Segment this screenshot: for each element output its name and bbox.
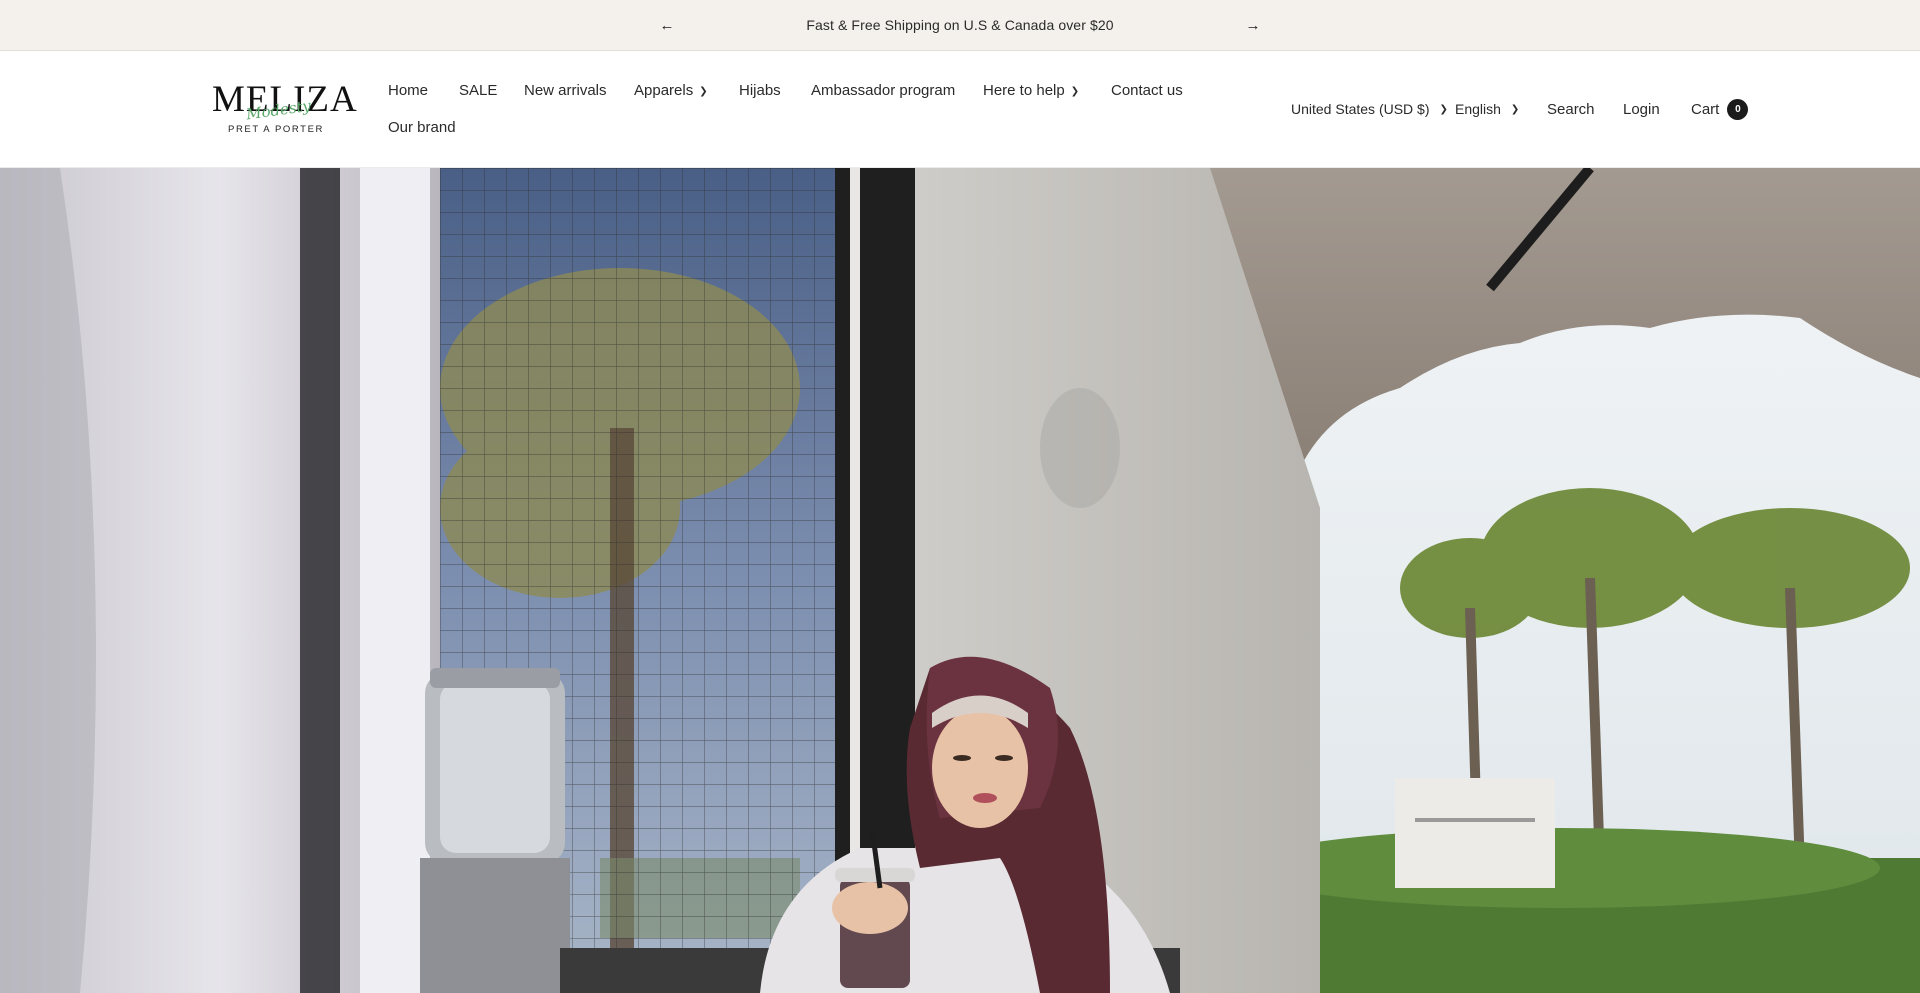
nav-item-label: Home (388, 81, 429, 99)
brand-logo[interactable]: MELIZA Modesty PRET A PORTER (212, 81, 357, 141)
nav-item-contact-us[interactable]: Contact us (1111, 80, 1183, 100)
nav-item-hijabs[interactable]: Hijabs (739, 80, 781, 100)
nav-item-home[interactable]: Home (388, 80, 428, 100)
nav-item-label: Contact us (1111, 81, 1183, 99)
site-header: MELIZA Modesty PRET A PORTER Home SALE N… (0, 51, 1920, 168)
arrow-left-icon[interactable]: ← (657, 15, 677, 35)
chevron-down-icon: ❯ (1510, 103, 1520, 115)
arrow-right-icon[interactable]: → (1243, 15, 1263, 35)
currency-label: United States (USD $) (1291, 101, 1430, 117)
login-link[interactable]: Login (1623, 98, 1660, 120)
nav-item-new-arrivals[interactable]: New arrivals (524, 80, 607, 100)
announcement-bar: ← Fast & Free Shipping on U.S & Canada o… (0, 0, 1920, 51)
cart-link[interactable]: Cart 0 (1691, 98, 1749, 120)
search-link[interactable]: Search (1547, 98, 1595, 120)
currency-selector[interactable]: United States (USD $) ❯ (1291, 98, 1448, 120)
language-label: English (1455, 101, 1501, 117)
nav-item-label: Here to help (983, 81, 1065, 99)
nav-item-label: Apparels (634, 81, 694, 99)
announcement-message: Fast & Free Shipping on U.S & Canada ove… (806, 17, 1114, 33)
nav-item-apparels[interactable]: Apparels ❯ (634, 80, 708, 100)
nav-item-here-to-help[interactable]: Here to help ❯ (983, 80, 1079, 100)
nav-item-label: Ambassador program (811, 81, 956, 99)
nav-item-ambassador-program[interactable]: Ambassador program (811, 80, 955, 100)
hero-banner[interactable] (0, 168, 1920, 993)
language-selector[interactable]: English ❯ (1455, 98, 1519, 120)
nav-item-label: New arrivals (524, 81, 607, 99)
nav-item-our-brand[interactable]: Our brand (388, 117, 456, 137)
search-label: Search (1547, 100, 1595, 118)
nav-item-label: SALE (459, 81, 498, 99)
nav-item-label: Our brand (388, 118, 456, 136)
login-label: Login (1623, 100, 1660, 118)
hero-image (0, 168, 1920, 993)
chevron-down-icon: ❯ (699, 85, 708, 97)
nav-item-label: Hijabs (739, 81, 781, 99)
nav-item-sale[interactable]: SALE (459, 80, 497, 100)
logo-tagline: PRET A PORTER (228, 124, 324, 135)
cart-count-badge: 0 (1727, 98, 1749, 120)
chevron-down-icon: ❯ (1070, 85, 1080, 97)
cart-label: Cart (1691, 100, 1720, 118)
chevron-down-icon: ❯ (1439, 103, 1448, 115)
